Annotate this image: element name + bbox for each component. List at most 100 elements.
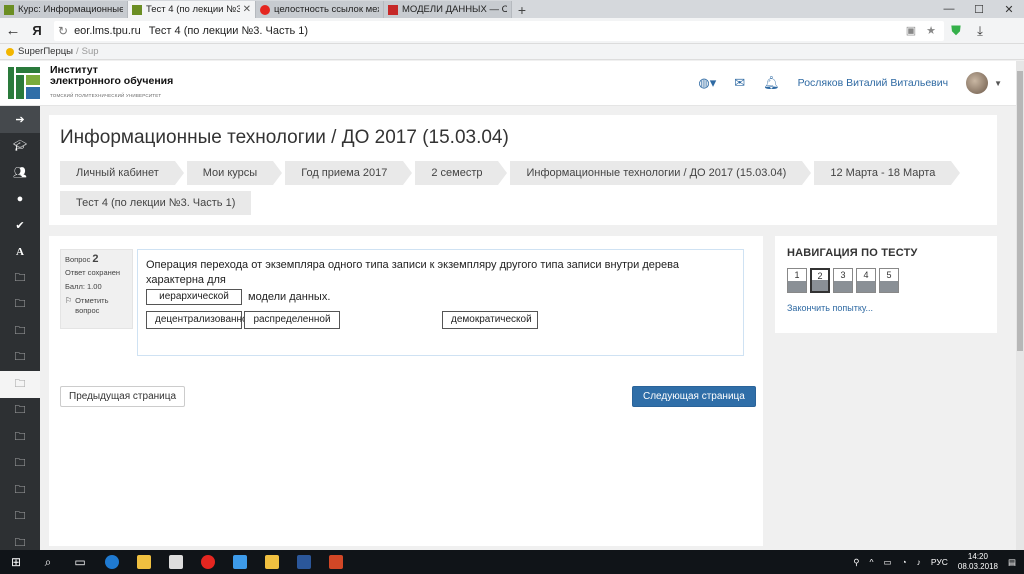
folder-icon[interactable]: 🗀︎ — [0, 477, 40, 504]
folder-icon[interactable]: 🗀︎ — [0, 424, 40, 451]
wifi-icon[interactable]: ◔ — [902, 557, 907, 567]
scrollbar-thumb[interactable] — [1017, 71, 1023, 351]
question-text-after: модели данных. — [248, 290, 331, 303]
check-circle-icon[interactable]: ✔ — [0, 212, 40, 239]
people-icon[interactable]: ⚲ — [853, 557, 859, 568]
powerpoint-icon[interactable] — [320, 550, 352, 574]
graduation-cap-icon[interactable]: 🎓︎ — [0, 133, 40, 160]
nav-toggle-arrow-icon[interactable]: ➔ — [0, 106, 40, 133]
folder-icon[interactable]: 🗀︎ — [0, 398, 40, 425]
quiz-question-button[interactable]: 4 — [856, 268, 876, 293]
breadcrumb-item[interactable]: 2 семестр — [415, 161, 508, 185]
notifications-icon[interactable]: ▤ — [1008, 557, 1016, 568]
tray-chevron-icon[interactable]: ^ — [869, 557, 873, 567]
word-icon[interactable] — [288, 550, 320, 574]
reload-icon[interactable]: ↻ — [58, 24, 68, 38]
quiz-question-button[interactable]: 5 — [879, 268, 899, 293]
folder-icon-selected[interactable]: 🗀︎ — [0, 371, 40, 398]
drag-choice[interactable]: распределенной — [244, 311, 340, 329]
windows-start-icon[interactable]: ⊞ — [0, 550, 32, 574]
folder-icon[interactable]: 🗀︎ — [0, 318, 40, 345]
question-info-panel: Вопрос 2 Ответ сохранен Балл: 1.00 ⚐ Отм… — [60, 249, 133, 329]
breadcrumb: Личный кабинет Мои курсы Год приема 2017… — [60, 161, 963, 185]
file-explorer-icon[interactable] — [128, 550, 160, 574]
page-scrollbar[interactable] — [1016, 61, 1024, 550]
browser-tab[interactable]: целостность ссылок межд — [256, 1, 384, 18]
quiz-question-button-current[interactable]: 2 — [810, 268, 830, 293]
quiz-question-buttons: 1 2 3 4 5 — [787, 268, 985, 293]
battery-icon[interactable]: ▭ — [883, 557, 891, 568]
url-host: eor.lms.tpu.ru — [74, 24, 141, 37]
globe-icon[interactable]: ◍▾ — [698, 75, 716, 91]
quiz-question-button[interactable]: 1 — [787, 268, 807, 293]
breadcrumb-item[interactable]: Мои курсы — [186, 161, 283, 185]
browser-tab[interactable]: Курс: Информационные те — [0, 1, 128, 18]
protect-shield-icon[interactable]: ⛊ — [944, 23, 968, 39]
maximize-button[interactable]: ☐ — [964, 3, 994, 16]
close-tab-icon[interactable]: ✕ — [240, 4, 251, 15]
site-header: Институт электронного обучения ТОМСКИЙ П… — [0, 61, 1016, 106]
folder-icon[interactable]: 🗀︎ — [0, 292, 40, 319]
breadcrumb-item[interactable]: Личный кабинет — [60, 161, 184, 185]
question-content: Операция перехода от экземпляра одного т… — [137, 249, 744, 356]
close-window-button[interactable]: ✕ — [994, 3, 1024, 16]
visual-studio-icon[interactable] — [224, 550, 256, 574]
url-field[interactable]: ↻ eor.lms.tpu.ru Тест 4 (по лекции №3. Ч… — [54, 20, 944, 41]
folder-icon[interactable] — [256, 550, 288, 574]
download-icon[interactable]: ⤓ — [968, 23, 992, 39]
breadcrumb-item[interactable]: 12 Марта - 18 Марта — [814, 161, 961, 185]
chevron-down-icon[interactable]: ▼ — [994, 79, 1002, 88]
quiz-navigation-block: НАВИГАЦИЯ ПО ТЕСТУ 1 2 3 4 5 Закончить п… — [775, 236, 997, 333]
yandex-browser-icon[interactable] — [192, 550, 224, 574]
mail-icon[interactable]: ✉ — [734, 75, 745, 91]
breadcrumb-item-current[interactable]: Тест 4 (по лекции №3. Часть 1) — [60, 191, 252, 215]
minimize-button[interactable]: — — [934, 3, 964, 15]
drop-zone-answer[interactable]: иерархической — [146, 289, 242, 305]
previous-page-button[interactable]: Предыдущая страница — [60, 386, 186, 407]
clock[interactable]: 14:20 08.03.2018 — [958, 552, 998, 572]
quiz-question-button[interactable]: 3 — [833, 268, 853, 293]
bookmark-item[interactable]: Sup — [82, 46, 99, 57]
browser-tab[interactable]: МОДЕЛИ ДАННЫХ — Студ — [384, 1, 512, 18]
next-page-button[interactable]: Следующая страница — [632, 386, 756, 407]
users-icon[interactable]: 👥︎ — [0, 159, 40, 186]
drag-choice[interactable]: децентрализованной — [146, 311, 253, 329]
font-icon[interactable]: A — [0, 239, 40, 266]
address-bar-row: ← Я ↻ eor.lms.tpu.ru Тест 4 (по лекции №… — [0, 18, 1024, 44]
flag-question-button[interactable]: ⚐ Отметить вопрос — [65, 296, 128, 316]
brand-text[interactable]: Институт электронного обучения ТОМСКИЙ П… — [50, 65, 173, 101]
url-page-title: Тест 4 (по лекции №3. Часть 1) — [148, 24, 309, 37]
new-tab-button[interactable]: + — [512, 1, 532, 18]
folder-icon[interactable]: 🗀︎ — [0, 504, 40, 531]
avatar[interactable] — [966, 72, 989, 94]
drag-choice[interactable]: демократической — [442, 311, 538, 329]
browser-tab-active[interactable]: Тест 4 (по лекции №3. Ч ✕ — [128, 1, 256, 18]
folder-icon[interactable]: 🗀︎ — [0, 265, 40, 292]
volume-icon[interactable]: ♪ — [917, 557, 921, 567]
circle-icon[interactable]: ● — [0, 186, 40, 213]
yandex-logo-icon[interactable]: Я — [26, 23, 48, 38]
tpu-logo-icon[interactable] — [8, 67, 40, 99]
brand-subtitle: ТОМСКИЙ ПОЛИТЕХНИЧЕСКИЙ УНИВЕРСИТЕТ — [50, 93, 162, 98]
quiz-navigation-title: НАВИГАЦИЯ ПО ТЕСТУ — [787, 247, 918, 259]
edge-icon[interactable] — [96, 550, 128, 574]
store-icon[interactable] — [160, 550, 192, 574]
bookmark-item[interactable]: SuperПерцы — [18, 46, 73, 57]
folder-icon[interactable]: 🗀︎ — [0, 451, 40, 478]
back-arrow-icon[interactable]: ← — [0, 22, 26, 39]
translate-icon[interactable]: ▣ — [906, 24, 916, 37]
finish-attempt-link[interactable]: Закончить попытку... — [787, 303, 985, 313]
language-indicator[interactable]: РУС — [931, 557, 948, 567]
breadcrumb-item[interactable]: Информационные технологии / ДО 2017 (15.… — [510, 161, 812, 185]
search-icon[interactable]: ⌕ — [32, 550, 64, 574]
moodle-favicon-icon — [4, 4, 14, 15]
star-icon[interactable]: ★ — [926, 24, 936, 37]
task-view-icon[interactable]: ▭ — [64, 550, 96, 574]
browser-tab-strip: Курс: Информационные те Тест 4 (по лекци… — [0, 0, 1024, 18]
question-number: Вопрос 2 — [65, 254, 128, 265]
bell-icon[interactable]: 🔔︎ — [763, 75, 780, 91]
user-name[interactable]: Росляков Виталий Витальевич — [798, 77, 948, 89]
breadcrumb-item[interactable]: Год приема 2017 — [285, 161, 413, 185]
question-label: Вопрос — [65, 255, 91, 264]
folder-icon[interactable]: 🗀︎ — [0, 345, 40, 372]
